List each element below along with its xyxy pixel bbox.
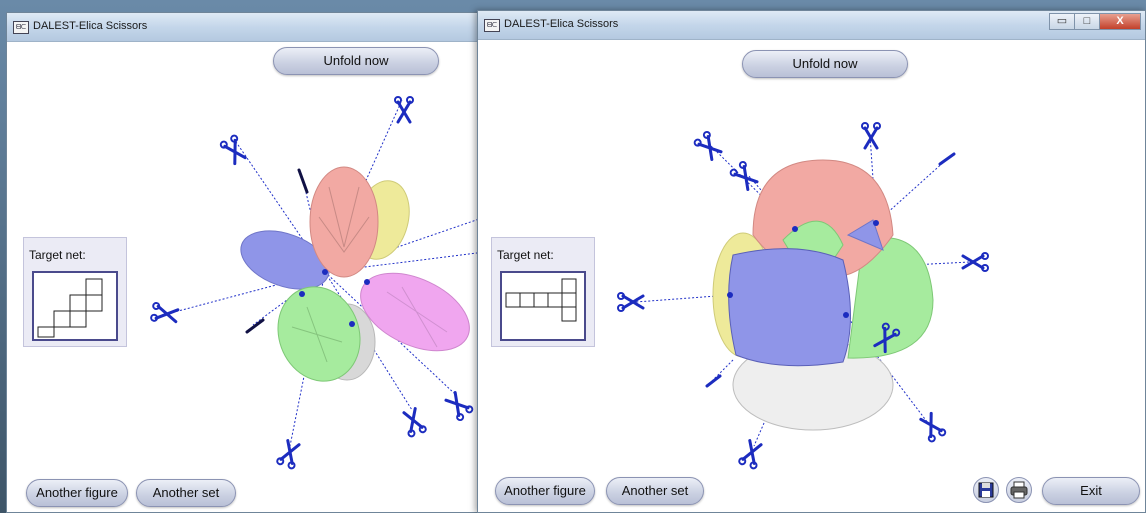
right-window-title: DALEST-Elica Scissors bbox=[504, 18, 619, 30]
right-3d-canvas[interactable]: Unfold now Target net: Another figure An… bbox=[478, 40, 1145, 512]
print-button[interactable] bbox=[1006, 477, 1032, 503]
left-titlebar[interactable]: ᗺᑕ DALEST-Elica Scissors bbox=[7, 13, 483, 42]
save-icon bbox=[978, 482, 994, 498]
left-unfolding-figure[interactable] bbox=[233, 166, 482, 393]
target-net-panel: Target net: bbox=[23, 237, 127, 347]
scissors-icon bbox=[219, 134, 247, 166]
right-titlebar[interactable]: ᗺᑕ DALEST-Elica Scissors ▭ □ X bbox=[478, 11, 1145, 40]
target-net-preview bbox=[500, 271, 586, 341]
scissors-icon bbox=[276, 439, 301, 470]
target-net-label: Target net: bbox=[29, 248, 86, 262]
scissors-icon bbox=[394, 96, 414, 124]
another-set-button[interactable]: Another set bbox=[136, 479, 236, 507]
window-controls: ▭ □ X bbox=[1049, 13, 1141, 30]
app-icon: ᗺᑕ bbox=[13, 21, 29, 34]
exit-button[interactable]: Exit bbox=[1042, 477, 1140, 505]
scissors-icon bbox=[402, 407, 427, 438]
left-window-title: DALEST-Elica Scissors bbox=[33, 20, 148, 32]
another-set-button[interactable]: Another set bbox=[606, 477, 704, 505]
another-figure-button[interactable]: Another figure bbox=[26, 479, 128, 507]
target-net-panel: Target net: bbox=[491, 237, 595, 347]
scissors-icon bbox=[738, 439, 763, 470]
left-app-window: ᗺᑕ DALEST-Elica Scissors Unfold now Targ… bbox=[6, 12, 484, 513]
scissors-icon bbox=[150, 302, 180, 324]
maximize-button[interactable]: □ bbox=[1074, 13, 1100, 30]
scissors-icon bbox=[961, 252, 989, 272]
unfold-now-button[interactable]: Unfold now bbox=[273, 47, 439, 75]
scissors-icon bbox=[444, 390, 474, 422]
right-app-window: ᗺᑕ DALEST-Elica Scissors ▭ □ X Unfold no… bbox=[477, 10, 1146, 513]
scissors-icon bbox=[729, 160, 759, 192]
unfold-now-button[interactable]: Unfold now bbox=[742, 50, 908, 78]
desktop: ᗺᑕ DALEST-Elica Scissors Unfold now Targ… bbox=[0, 0, 1146, 513]
scissors-icon bbox=[919, 411, 947, 443]
save-button[interactable] bbox=[973, 477, 999, 503]
target-net-preview bbox=[32, 271, 118, 341]
scissors-icon bbox=[861, 122, 881, 150]
minimize-button[interactable]: ▭ bbox=[1049, 13, 1075, 30]
another-figure-button[interactable]: Another figure bbox=[495, 477, 595, 505]
net-diagram-t-shape bbox=[505, 278, 577, 322]
target-net-label: Target net: bbox=[497, 248, 554, 262]
scissors-icon bbox=[617, 292, 645, 312]
close-button[interactable]: X bbox=[1099, 13, 1141, 30]
right-folded-figure[interactable] bbox=[712, 159, 934, 431]
app-icon: ᗺᑕ bbox=[484, 19, 500, 32]
scissors-icon bbox=[693, 130, 723, 162]
left-3d-canvas[interactable]: Unfold now Target net: Another figure An… bbox=[7, 42, 483, 512]
net-diagram-staircase bbox=[37, 278, 103, 338]
print-icon bbox=[1010, 481, 1028, 499]
